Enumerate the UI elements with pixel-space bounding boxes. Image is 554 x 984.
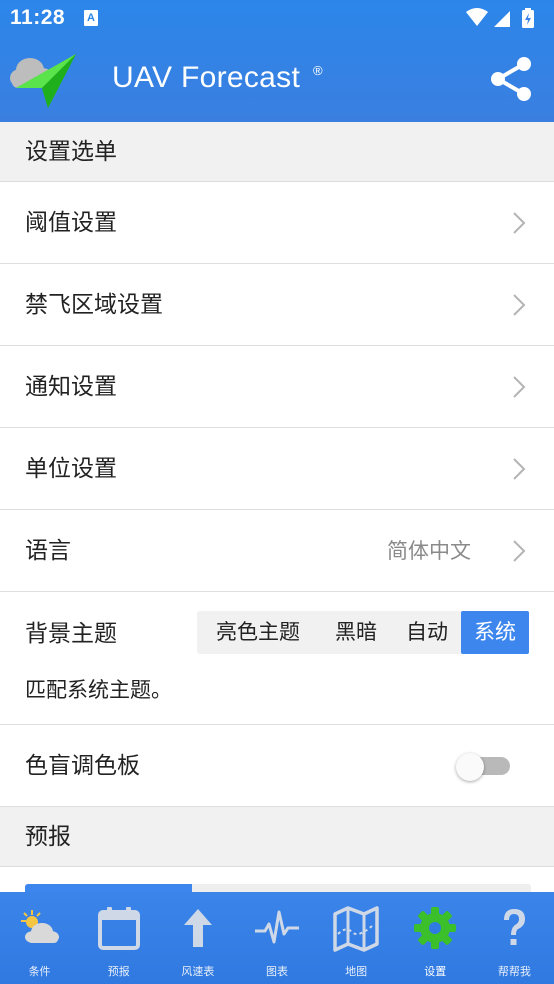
theme-option-light[interactable]: 亮色主题	[197, 611, 319, 654]
chevron-right-icon	[513, 540, 526, 562]
weather-icon	[20, 910, 59, 943]
app-bar: 11:28 A UAV Forecast ®	[0, 0, 554, 122]
forecast-card-partial	[25, 884, 531, 892]
section-header-forecast: 预报	[0, 807, 554, 867]
bottom-navigation: 条件 预报 风速表 图表 地图 设置 帮帮我	[0, 892, 554, 984]
chevron-right-icon	[513, 294, 526, 316]
nav-label: 预报	[107, 965, 130, 978]
status-bar: 11:28 A	[0, 0, 554, 36]
nav-label: 地图	[345, 965, 368, 978]
theme-description: 匹配系统主题。	[25, 678, 172, 702]
map-icon	[333, 906, 379, 952]
battery-icon	[522, 8, 534, 28]
app-title: UAV Forecast	[112, 61, 301, 94]
row-colorblind-palette[interactable]: 色盲调色板	[0, 725, 554, 807]
nav-item-map[interactable]: 地图	[317, 892, 396, 984]
registered-mark: ®	[313, 63, 323, 78]
section-header-settings: 设置选单	[0, 122, 554, 182]
row-notification-settings[interactable]: 通知设置	[0, 346, 554, 428]
nav-item-wind-speed[interactable]: 风速表	[158, 892, 237, 984]
chevron-right-icon	[513, 212, 526, 234]
wifi-icon	[466, 8, 488, 26]
nav-label: 风速表	[181, 965, 215, 978]
nav-item-forecast[interactable]: 预报	[79, 892, 158, 984]
row-language[interactable]: 语言 简体中文	[0, 510, 554, 592]
chevron-right-icon	[513, 376, 526, 398]
signal-icon	[494, 11, 510, 27]
nav-label: 图表	[265, 965, 288, 978]
row-label: 通知设置	[25, 374, 117, 400]
forecast-card-accent	[25, 884, 192, 892]
nav-item-settings[interactable]: 设置	[396, 892, 475, 984]
chevron-right-icon	[513, 458, 526, 480]
nav-label: 设置	[424, 965, 447, 978]
row-label: 阈值设置	[25, 210, 117, 236]
language-value: 简体中文	[387, 539, 471, 563]
nav-label: 条件	[28, 965, 51, 978]
row-label: 禁飞区域设置	[25, 292, 163, 318]
row-label: 单位设置	[25, 456, 117, 482]
theme-option-dark[interactable]: 黑暗	[319, 611, 393, 654]
status-time: 11:28	[10, 6, 66, 29]
colorblind-toggle[interactable]	[456, 753, 512, 781]
pulse-chart-icon	[254, 910, 299, 944]
nav-item-help[interactable]: 帮帮我	[475, 892, 554, 984]
notification-icon: A	[84, 10, 98, 26]
row-no-fly-zone-settings[interactable]: 禁飞区域设置	[0, 264, 554, 346]
row-label: 语言	[25, 538, 71, 564]
theme-segmented-control: 亮色主题 黑暗 自动 系统	[197, 611, 529, 654]
app-root: 11:28 A UAV Forecast ® 设置选单 阈值设置 禁飞区域设置 …	[0, 0, 554, 984]
nav-item-conditions[interactable]: 条件	[0, 892, 79, 984]
nav-label: 帮帮我	[497, 965, 531, 978]
nav-item-charts[interactable]: 图表	[237, 892, 316, 984]
calendar-icon	[97, 907, 140, 950]
row-label: 色盲调色板	[25, 753, 140, 779]
row-threshold-settings[interactable]: 阈值设置	[0, 182, 554, 264]
system-status-icons	[466, 8, 534, 28]
theme-option-auto[interactable]: 自动	[393, 611, 461, 654]
arrow-up-icon	[183, 909, 212, 947]
header: UAV Forecast ®	[0, 36, 554, 122]
theme-option-system[interactable]: 系统	[461, 611, 529, 654]
app-logo	[10, 54, 76, 108]
row-label: 背景主题	[25, 621, 117, 647]
share-icon[interactable]	[490, 56, 534, 102]
gear-icon	[414, 907, 457, 949]
help-icon	[504, 909, 526, 945]
row-background-theme: 背景主题 亮色主题 黑暗 自动 系统 匹配系统主题。	[0, 592, 554, 725]
settings-list: 设置选单 阈值设置 禁飞区域设置 通知设置 单位设置 语言 简体中文 背景主题 …	[0, 122, 554, 892]
toggle-knob	[456, 753, 484, 781]
row-unit-settings[interactable]: 单位设置	[0, 428, 554, 510]
